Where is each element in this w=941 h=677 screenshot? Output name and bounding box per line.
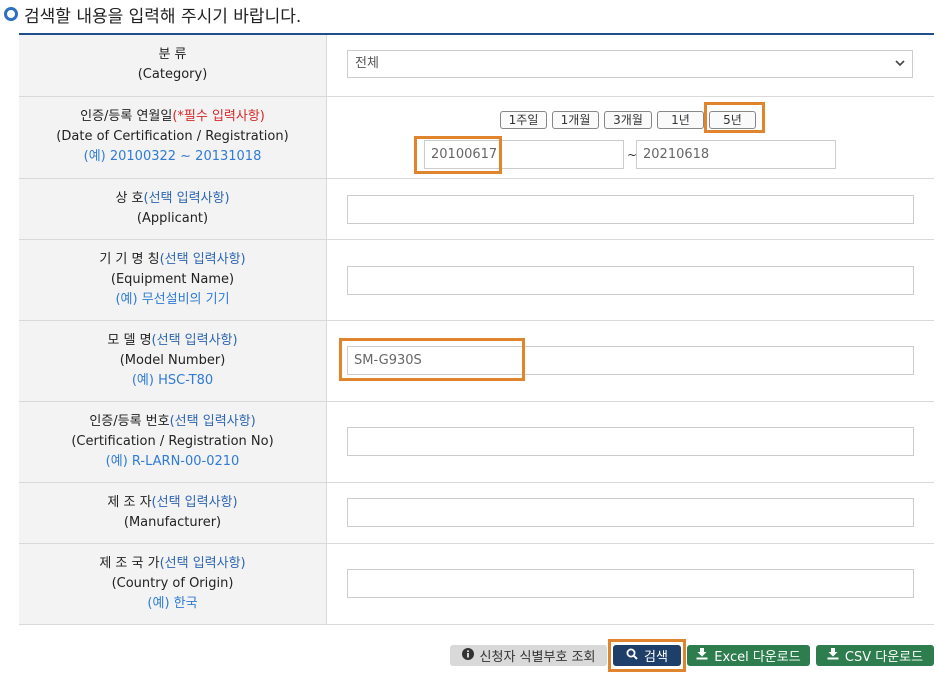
search-form-table: 분 류 (Category) 전체 인증/등록 연월일(*필수 입력사항) (D… [19, 35, 934, 625]
search-button[interactable]: 검색 [613, 645, 681, 666]
row-cert-no: 인증/등록 번호(선택 입력사항) (Certification / Regis… [19, 401, 934, 483]
row-category: 분 류 (Category) 전체 [19, 35, 934, 97]
label-cert-no: 인증/등록 번호(선택 입력사항) (Certification / Regis… [19, 401, 327, 483]
period-1week-button[interactable]: 1주일 [500, 110, 547, 129]
period-1year-button[interactable]: 1년 [657, 110, 704, 129]
category-select[interactable]: 전체 [347, 50, 913, 78]
row-equipment: 기 기 명 칭(선택 입력사항) (Equipment Name) (예) 무선… [19, 239, 934, 321]
csv-download-button[interactable]: CSV 다운로드 [816, 645, 934, 666]
excel-download-button[interactable]: Excel 다운로드 [687, 645, 810, 666]
download-icon [696, 648, 708, 663]
date-to-input[interactable]: 20210618 [636, 139, 836, 169]
manufacturer-input[interactable] [347, 497, 914, 527]
equipment-name-input[interactable] [347, 265, 914, 295]
label-applicant: 상 호(선택 입력사항) (Applicant) [19, 178, 327, 240]
label-date: 인증/등록 연월일(*필수 입력사항) (Date of Certificati… [19, 96, 327, 179]
chevron-down-icon [894, 53, 906, 84]
model-number-input[interactable]: SM-G930S [347, 345, 914, 375]
period-3month-button[interactable]: 3개월 [604, 110, 652, 129]
label-manufacturer: 제 조 자(선택 입력사항) (Manufacturer) [19, 482, 327, 544]
download-icon [827, 648, 839, 663]
row-date: 인증/등록 연월일(*필수 입력사항) (Date of Certificati… [19, 96, 934, 179]
cert-no-input[interactable] [347, 426, 914, 456]
label-model: 모 델 명(선택 입력사항) (Model Number) (예) HSC-T8… [19, 320, 327, 402]
period-buttons: 1주일 1개월 3개월 1년 5년 [500, 110, 761, 129]
row-manufacturer: 제 조 자(선택 입력사항) (Manufacturer) [19, 482, 934, 544]
applicant-id-lookup-button[interactable]: 신청자 식별부호 조회 [450, 645, 607, 666]
label-country: 제 조 국 가(선택 입력사항) (Country of Origin) (예)… [19, 543, 327, 625]
bullet-circle-icon [4, 7, 18, 21]
period-5year-button[interactable]: 5년 [709, 110, 756, 129]
period-1month-button[interactable]: 1개월 [552, 110, 599, 129]
date-from-input[interactable]: 20100617 [424, 139, 624, 169]
label-category: 분 류 (Category) [19, 35, 327, 97]
row-applicant: 상 호(선택 입력사항) (Applicant) [19, 178, 934, 240]
heading-text: 검색할 내용을 입력해 주시기 바랍니다. [24, 6, 302, 27]
row-model: 모 델 명(선택 입력사항) (Model Number) (예) HSC-T8… [19, 320, 934, 402]
row-country: 제 조 국 가(선택 입력사항) (Country of Origin) (예)… [19, 543, 934, 625]
page-heading: 검색할 내용을 입력해 주시기 바랍니다. [4, 0, 301, 28]
country-input[interactable] [347, 568, 914, 598]
info-icon [461, 648, 474, 663]
search-icon [626, 648, 638, 663]
label-equipment: 기 기 명 칭(선택 입력사항) (Equipment Name) (예) 무선… [19, 239, 327, 321]
applicant-input[interactable] [347, 194, 914, 224]
